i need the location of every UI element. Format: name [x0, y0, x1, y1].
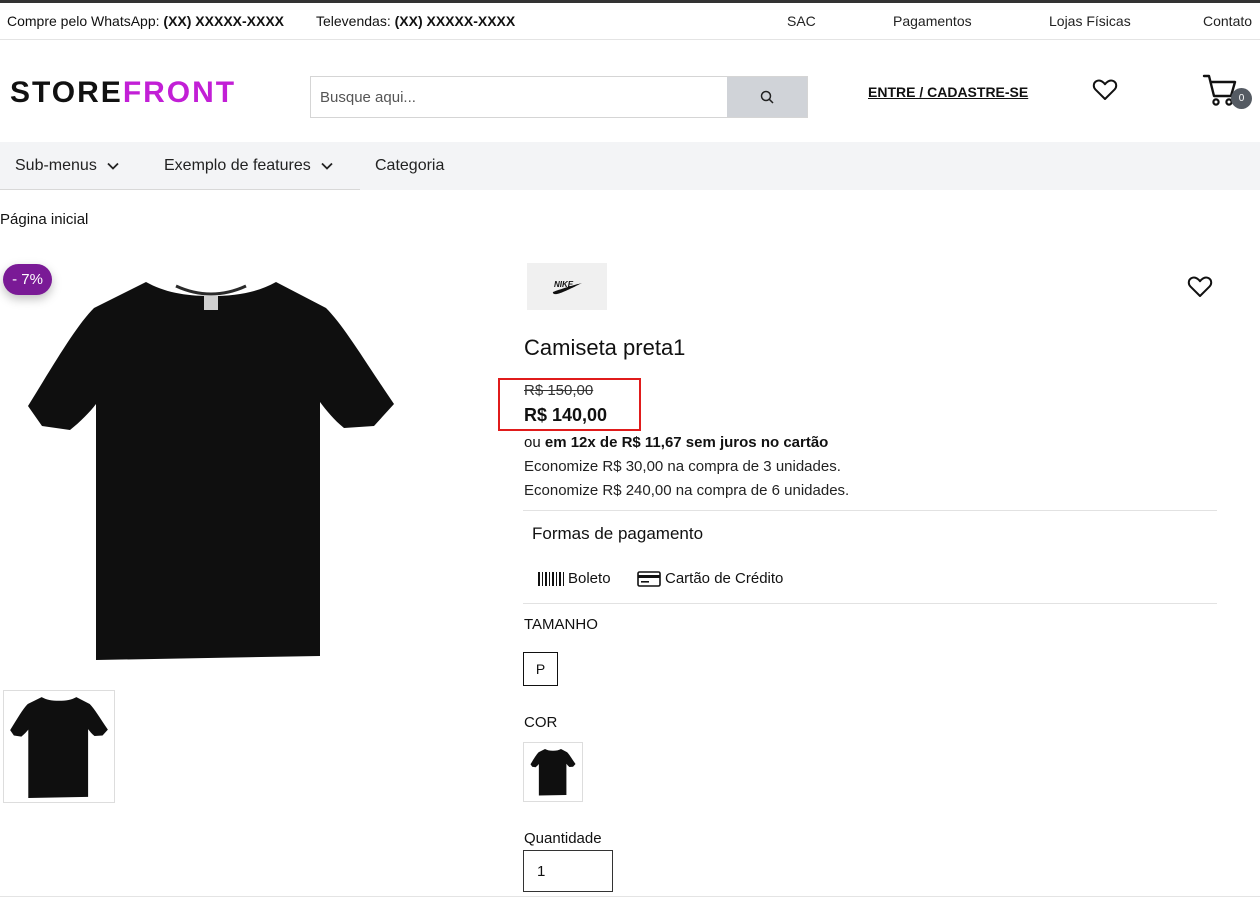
- main-menu: Sub-menus Exemplo de features Categoria: [0, 142, 1260, 190]
- product-wishlist-button[interactable]: [1187, 275, 1213, 304]
- product-title: Camiseta preta1: [524, 335, 686, 360]
- product-thumbnail[interactable]: [3, 690, 115, 803]
- installments-info: ou em 12x de R$ 11,67 sem juros no cartã…: [524, 434, 828, 451]
- site-header: STOREFRONT ENTRE / CADASTRE-SE 0: [0, 40, 1260, 142]
- discount-badge: - 7%: [3, 264, 52, 295]
- chevron-down-icon: [321, 162, 333, 170]
- whatsapp-label: Compre pelo WhatsApp:: [7, 13, 160, 29]
- whatsapp-number: (XX) XXXXX-XXXX: [163, 13, 285, 29]
- cart-count-badge: 0: [1231, 88, 1252, 109]
- nike-logo-icon: NIKE: [552, 280, 582, 294]
- size-label: TAMANHO: [524, 616, 598, 633]
- barcode-icon: [538, 571, 564, 586]
- televendas-contact: Televendas: (XX) XXXXX-XXXX: [316, 13, 515, 29]
- link-pagamentos[interactable]: Pagamentos: [893, 13, 972, 29]
- wishlist-button[interactable]: [1092, 78, 1118, 107]
- size-option-p[interactable]: P: [523, 652, 558, 686]
- bottom-divider: [0, 896, 1260, 897]
- payment-methods-title: Formas de pagamento: [532, 524, 704, 543]
- savings-line: Economize R$ 30,00 na compra de 3 unidad…: [524, 458, 841, 475]
- menu-divider: [0, 189, 360, 190]
- payment-method-credit-card[interactable]: Cartão de Crédito: [637, 570, 783, 587]
- search-button[interactable]: [727, 77, 807, 117]
- menu-item-label: Sub-menus: [15, 157, 97, 174]
- installments-prefix: ou: [524, 434, 541, 451]
- top-contact-bar: Compre pelo WhatsApp: (XX) XXXXX-XXXX Te…: [0, 3, 1260, 40]
- tshirt-color-swatch-image: [530, 749, 576, 796]
- search-icon: [760, 90, 774, 104]
- current-price: R$ 140,00: [524, 405, 608, 425]
- quantity-label: Quantidade: [524, 830, 602, 847]
- installments-text: em 12x de R$ 11,67 sem juros no cartão: [544, 434, 829, 451]
- credit-card-icon: [637, 570, 661, 587]
- tshirt-image: [28, 282, 394, 660]
- menu-item-categoria[interactable]: Categoria: [375, 157, 444, 175]
- logo-part-front: FRONT: [122, 76, 237, 109]
- tshirt-thumbnail-image: [10, 696, 108, 798]
- color-label: COR: [524, 714, 558, 731]
- savings-line: Economize R$ 240,00 na compra de 6 unida…: [524, 482, 850, 499]
- link-contato[interactable]: Contato: [1203, 13, 1252, 29]
- link-sac[interactable]: SAC: [787, 13, 816, 29]
- televendas-number: (XX) XXXXX-XXXX: [394, 13, 516, 29]
- payment-method-boleto[interactable]: Boleto: [538, 570, 611, 587]
- storefront-logo[interactable]: STOREFRONT: [10, 76, 236, 110]
- televendas-label: Televendas:: [316, 13, 391, 29]
- search-box: [310, 76, 808, 118]
- brand-logo[interactable]: NIKE: [527, 263, 607, 310]
- divider: [523, 510, 1217, 511]
- chevron-down-icon: [107, 162, 119, 170]
- login-register-link[interactable]: ENTRE / CADASTRE-SE: [868, 84, 1028, 100]
- quantity-input[interactable]: [523, 850, 613, 892]
- menu-item-exemplo-features[interactable]: Exemplo de features: [164, 157, 333, 175]
- divider: [523, 603, 1217, 604]
- menu-item-label: Categoria: [375, 157, 445, 174]
- menu-item-sub-menus[interactable]: Sub-menus: [15, 157, 119, 175]
- heart-icon: [1092, 79, 1118, 100]
- payment-method-label: Cartão de Crédito: [665, 570, 784, 587]
- menu-item-label: Exemplo de features: [164, 157, 311, 174]
- color-option-black[interactable]: [523, 742, 583, 802]
- heart-icon: [1187, 276, 1213, 297]
- product-main-image[interactable]: [24, 278, 398, 660]
- old-price: R$ 150,00: [524, 382, 594, 399]
- payment-method-label: Boleto: [568, 570, 611, 587]
- search-input[interactable]: [311, 77, 728, 117]
- logo-part-store: STORE: [10, 76, 123, 109]
- breadcrumb-home[interactable]: Página inicial: [0, 211, 88, 228]
- link-lojas-fisicas[interactable]: Lojas Físicas: [1049, 13, 1131, 29]
- whatsapp-contact: Compre pelo WhatsApp: (XX) XXXXX-XXXX: [7, 13, 284, 29]
